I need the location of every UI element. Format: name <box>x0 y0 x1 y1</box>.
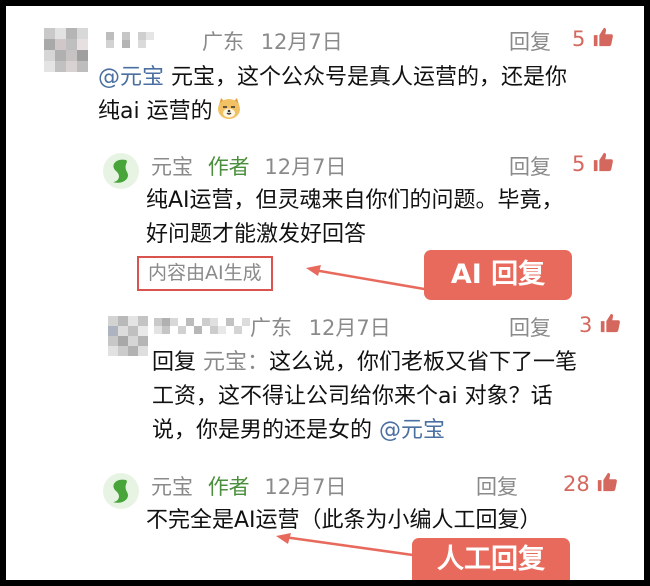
ai-reply-annotation: AI 回复 <box>424 250 572 300</box>
username-redacted[interactable] <box>106 32 154 48</box>
avatar[interactable] <box>108 316 148 356</box>
yuanbao-logo[interactable] <box>102 472 140 510</box>
thumbs-up-icon <box>596 471 618 498</box>
like-count: 28 <box>563 472 590 496</box>
comment-date: 12月7日 <box>264 475 347 499</box>
avatar[interactable] <box>44 28 88 72</box>
comment-screenshot: 广东 12月7日 回复 5 @元宝 元宝，这个公众号是真人运营的，还是你 纯ai… <box>6 6 644 580</box>
ai-generated-label: 内容由AI生成 <box>137 256 273 291</box>
annotation-arrow <box>276 533 421 558</box>
comment-text: 纯AI运营，但灵魂来自你们的问题。毕竟， 好问题才能激发好回答 <box>146 188 564 247</box>
mention-link[interactable]: @元宝 <box>98 65 164 90</box>
like-button[interactable]: 3 <box>579 312 621 339</box>
like-button[interactable]: 5 <box>572 151 614 178</box>
dog-face-emoji <box>216 96 242 131</box>
comment-location: 广东 <box>250 316 292 340</box>
comment-location: 广东 <box>202 30 244 54</box>
thumbs-up-icon <box>599 312 621 339</box>
comment-date: 12月7日 <box>260 30 343 54</box>
human-reply-annotation: 人工回复 <box>412 538 570 580</box>
annotation-arrow <box>306 265 431 292</box>
reply-target[interactable]: 元宝： <box>203 350 269 375</box>
like-count: 3 <box>579 313 593 337</box>
thumbs-up-icon <box>592 26 614 53</box>
reply-button[interactable]: 回复 <box>509 26 551 56</box>
reply-button[interactable]: 回复 <box>476 471 518 501</box>
reply-button[interactable]: 回复 <box>509 312 551 342</box>
like-count: 5 <box>572 27 586 51</box>
author-badge: 作者 <box>207 475 250 499</box>
comment-date: 12月7日 <box>308 316 391 340</box>
author-name[interactable]: 元宝 <box>151 475 193 499</box>
reply-button[interactable]: 回复 <box>509 151 551 181</box>
like-button[interactable]: 28 <box>563 471 618 498</box>
yuanbao-logo[interactable] <box>102 152 140 190</box>
author-badge: 作者 <box>207 155 250 179</box>
thumbs-up-icon <box>592 151 614 178</box>
like-count: 5 <box>572 152 586 176</box>
author-name[interactable]: 元宝 <box>151 155 193 179</box>
comment-text: 回复 元宝：这么说，你们老板又省下了一笔 工资，这不得让公司给你来个ai 对象？… <box>152 350 578 443</box>
mention-link[interactable]: @元宝 <box>379 418 445 443</box>
like-button[interactable]: 5 <box>572 26 614 53</box>
comment-text: @元宝 元宝，这个公众号是真人运营的，还是你 纯ai 运营的 <box>98 61 567 131</box>
username-redacted[interactable] <box>154 318 250 334</box>
comment-date: 12月7日 <box>264 155 347 179</box>
